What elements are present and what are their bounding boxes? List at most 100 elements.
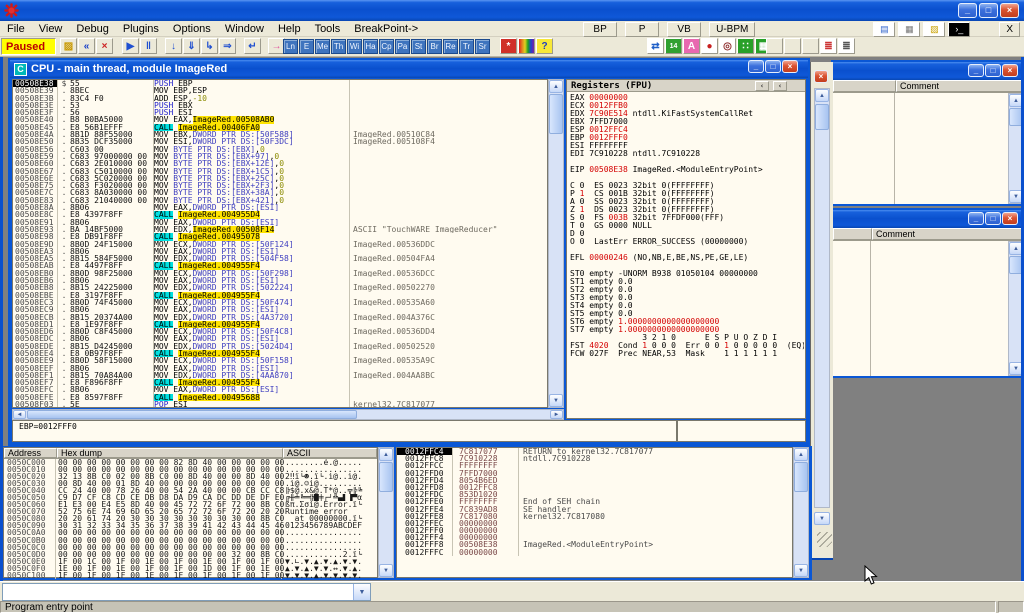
disasm-row[interactable]: 00508EDC.8B06MOV EAX,DWORD PTR DS:[ESI] [13, 335, 547, 342]
notes-icon[interactable]: ▤ [873, 22, 895, 37]
disasm-row[interactable]: 00508EBE.E8 3197F8FFCALL ImageRed.004955… [13, 292, 547, 299]
disasm-row[interactable]: 00508EC9.8B06MOV EAX,DWORD PTR DS:[ESI] [13, 306, 547, 313]
register-line[interactable]: ST2 empty 0.0 [570, 286, 804, 294]
swap-arrows-icon[interactable]: ⇄ [647, 38, 664, 54]
scroll-thumb[interactable] [815, 104, 829, 130]
hexdump-row[interactable]: 0050C040CC 24 40 00 78 26 40 00 54 2A 40… [4, 487, 377, 494]
disasm-row[interactable]: 00508E59.C683 97000000 00MOV BYTE PTR DS… [13, 153, 547, 160]
toolbar-ha-button[interactable]: Ha [363, 39, 378, 54]
register-line[interactable]: FCW 027F Prec NEAR,53 Mask 1 1 1 1 1 1 [570, 350, 804, 358]
scroll-up-icon[interactable]: ▲ [794, 448, 808, 461]
hexdump-row[interactable]: 0050C07052 75 6E 74 69 6D 65 20 65 72 72… [4, 508, 377, 515]
disasm-row[interactable]: 00508F03.5EPOP ESIkernel32.7C817077 [13, 401, 547, 408]
comment-window-2-content[interactable] [833, 241, 1024, 376]
animate-over-icon[interactable]: ⇒ [219, 38, 236, 54]
hexdump-row[interactable]: 0050C0B000 00 00 00 00 00 00 00 00 00 00… [4, 537, 377, 544]
maximize-icon[interactable]: □ [985, 64, 1001, 77]
hexdump-row[interactable]: 0050C02032 13 8B C0 02 00 8B C0 00 8D 40… [4, 473, 377, 480]
appearance-rainbow-icon[interactable] [518, 38, 535, 54]
register-line[interactable]: ST5 empty 0.0 [570, 310, 804, 318]
scroll-thumb[interactable] [379, 462, 393, 492]
run-icon[interactable]: ▶ [122, 38, 139, 54]
disasm-row[interactable]: 00508EB6.8B06MOV EAX,DWORD PTR DS:[ESI] [13, 277, 547, 284]
disasm-row[interactable]: 00508EDE.8B15 D4245000MOV EDX,DWORD PTR … [13, 343, 547, 350]
blank-button[interactable] [802, 38, 819, 54]
disasm-row[interactable]: 00508E75.C683 F3020000 00MOV BYTE PTR DS… [13, 182, 547, 189]
step-into-icon[interactable]: ↓ [165, 38, 182, 54]
animate-into-icon[interactable]: ↳ [201, 38, 218, 54]
menu-tools[interactable]: Tools [308, 22, 348, 36]
comment-window-2-titlebar[interactable]: _ □ × [833, 210, 1024, 228]
stack-row[interactable]: 0012FFCCFFFFFFFF [397, 462, 792, 469]
maximize-icon[interactable]: □ [765, 60, 781, 73]
register-line[interactable] [570, 174, 804, 182]
scroll-down-icon[interactable]: ▼ [794, 564, 808, 577]
register-line[interactable] [570, 158, 804, 166]
hexdump-row[interactable]: 0050C00000 00 00 00 00 00 00 00 82 8D 40… [4, 459, 377, 466]
maximize-button[interactable]: □ [979, 3, 998, 18]
stack-row[interactable]: 0012FFFC00000000 [397, 549, 792, 556]
stack-row[interactable]: 0012FFF000000000 [397, 527, 792, 534]
disasm-row[interactable]: 00508E8C.E8 4397F8FFCALL ImageRed.004955… [13, 211, 547, 218]
register-line[interactable]: EBP 0012FFF0 [570, 134, 804, 142]
register-line[interactable]: EBX 7FFD7000 [570, 118, 804, 126]
register-line[interactable]: EFL 00000246 (NO,NB,E,BE,NS,PE,GE,LE) [570, 254, 804, 262]
hexdump-row[interactable]: 0050C01000 00 00 00 00 00 00 00 00 00 00… [4, 466, 377, 473]
register-line[interactable] [570, 246, 804, 254]
toolbar-tr-button[interactable]: Tr [459, 39, 474, 54]
scroll-thumb[interactable] [794, 462, 808, 492]
disasm-row[interactable]: 00508E38$55PUSH EBP [13, 80, 547, 87]
plugin-button-ubpm[interactable]: U-BPM [709, 22, 755, 37]
register-line[interactable]: ST0 empty -UNORM B938 01050104 00000000 [570, 270, 804, 278]
close-button[interactable]: × [1000, 3, 1019, 18]
pause-icon[interactable]: ‖ [140, 38, 157, 54]
register-line[interactable] [570, 262, 804, 270]
stack-row[interactable]: 0012FFF800508E38ImageRed.<ModuleEntryPoi… [397, 541, 792, 548]
register-line[interactable]: T 0 GS 0000 NULL [570, 222, 804, 230]
disasm-row[interactable]: 00508EF7.E8 F896F8FFCALL ImageRed.004955… [13, 379, 547, 386]
breakpoint-list-icon[interactable]: ≣ [820, 38, 837, 54]
execute-till-return-icon[interactable]: ↵ [244, 38, 261, 54]
blank-button[interactable] [766, 38, 783, 54]
stack-row[interactable]: 0012FFE87C817080kernel32.7C817080 [397, 513, 792, 520]
disasm-row[interactable]: 00508E40.B8 B0BA5000MOV EAX,ImageRed.005… [13, 116, 547, 123]
scroll-thumb[interactable] [27, 410, 357, 419]
stack-row[interactable]: 0012FFD48054B6ED [397, 477, 792, 484]
register-line[interactable]: D 0 [570, 230, 804, 238]
register-line[interactable]: ESP 0012FFC4 [570, 126, 804, 134]
register-line[interactable]: ST7 empty 1.0000000000000000000 [570, 326, 804, 334]
plugin-button-p[interactable]: P [625, 22, 659, 37]
comment-window-1[interactable]: _ □ × Comment ▲ ▼ [831, 60, 1024, 206]
info-pane[interactable]: EBP=0012FFF0 [12, 420, 677, 442]
hexdump-scrollbar[interactable]: ▲ ▼ [378, 447, 394, 578]
hexdump-row[interactable]: 0050C08020 20 61 74 20 30 30 30 30 30 30… [4, 515, 377, 522]
scroll-down-icon[interactable]: ▼ [814, 512, 830, 525]
disasm-row[interactable]: 00508E83.C683 21040000 00MOV BYTE PTR DS… [13, 197, 547, 204]
green-grid-icon[interactable]: ∷ [737, 38, 754, 54]
comment-window-1-titlebar[interactable]: _ □ × [833, 62, 1024, 80]
help-icon[interactable]: ? [536, 38, 553, 54]
stack-row[interactable]: 0012FFEC00000000 [397, 520, 792, 527]
disasm-row[interactable]: 00508E60.C683 2E010000 00MOV BYTE PTR DS… [13, 160, 547, 167]
minimize-icon[interactable]: _ [968, 64, 984, 77]
disasm-row[interactable]: 00508E4A.8B1D 88F55000MOV EBX,DWORD PTR … [13, 131, 547, 138]
registers-prev-icon[interactable]: ‹ [755, 81, 769, 91]
scroll-up-icon[interactable]: ▲ [815, 89, 829, 102]
disasm-row[interactable]: 00508E91.8B06MOV EAX,DWORD PTR DS:[ESI] [13, 219, 547, 226]
register-line[interactable]: FST 4020 Cond 1 0 0 0 Err 0 0 1 0 0 0 0 … [570, 342, 804, 350]
hexdump-pane[interactable]: Address Hex dump ASCII 0050C00000 00 00 … [3, 447, 378, 578]
disasm-row[interactable]: 00508EAB.E8 4497F8FFCALL ImageRed.004955… [13, 262, 547, 269]
menu-window[interactable]: Window [218, 22, 271, 36]
toolbar-re-button[interactable]: Re [443, 39, 458, 54]
stack-scrollbar[interactable]: ▲ ▼ [793, 447, 809, 578]
command-input[interactable] [3, 584, 353, 600]
hexdump-row[interactable]: 0050C09030 31 32 33 34 35 36 37 38 39 41… [4, 522, 377, 529]
register-line[interactable]: S 0 FS 003B 32bit 7FFDF000(FFF) [570, 214, 804, 222]
disasm-row[interactable]: 00508E98.E8 DB91F8FFCALL ImageRed.004950… [13, 233, 547, 240]
disasm-row[interactable]: 00508EA3.8B06MOV EAX,DWORD PTR DS:[ESI] [13, 248, 547, 255]
comment-window-1-content[interactable] [833, 93, 1024, 204]
scroll-down-icon[interactable]: ▼ [379, 564, 393, 577]
toolbar-me-button[interactable]: Me [315, 39, 330, 54]
disasm-row[interactable]: 00508E56.C603 00MOV BYTE PTR DS:[EBX],0 [13, 146, 547, 153]
register-line[interactable]: ECX 0012FFB0 [570, 102, 804, 110]
